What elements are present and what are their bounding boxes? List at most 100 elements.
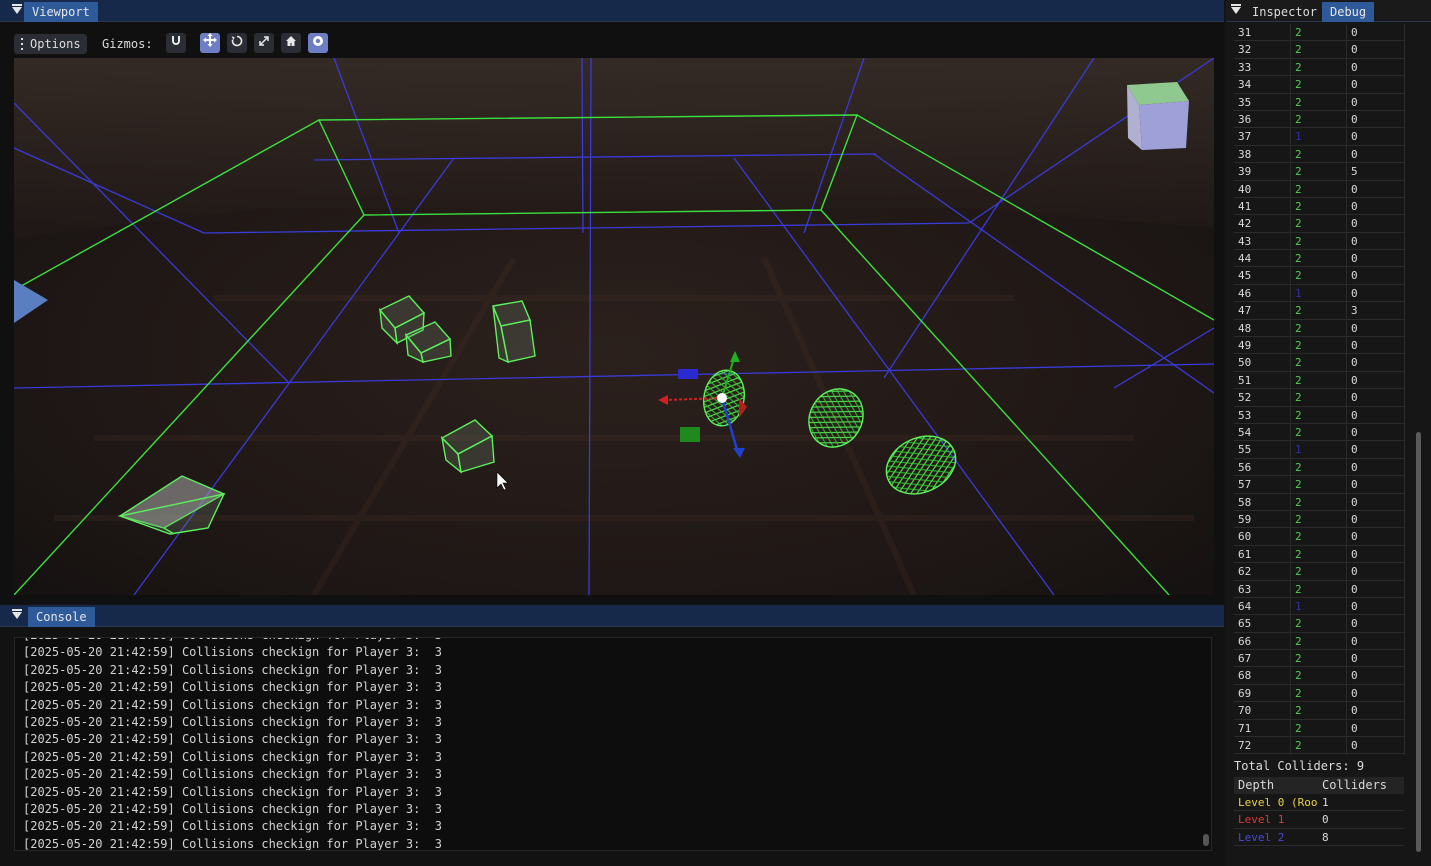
node-depth: 2 xyxy=(1295,373,1302,387)
table-row[interactable]: 31 2 0 xyxy=(1234,24,1404,42)
table-row[interactable]: 65 2 0 xyxy=(1234,615,1404,633)
column-divider xyxy=(1346,24,1347,755)
node-id: 37 xyxy=(1238,130,1252,144)
node-count: 0 xyxy=(1351,234,1358,248)
table-row[interactable]: 69 2 0 xyxy=(1234,685,1404,703)
table-row[interactable]: 39 2 5 xyxy=(1234,163,1404,181)
collapse-icon[interactable] xyxy=(12,609,22,619)
table-row[interactable]: 49 2 0 xyxy=(1234,337,1404,355)
table-row[interactable]: 63 2 0 xyxy=(1234,581,1404,598)
table-row[interactable]: 70 2 0 xyxy=(1234,702,1404,720)
table-row[interactable]: 72 2 0 xyxy=(1234,737,1404,755)
scale-icon[interactable] xyxy=(254,33,274,53)
table-row[interactable]: 48 2 0 xyxy=(1234,320,1404,338)
magnet-icon[interactable] xyxy=(166,33,186,53)
tab-inspector[interactable]: Inspector xyxy=(1244,2,1325,22)
level-name: Level 1 xyxy=(1238,813,1285,827)
table-row[interactable]: 50 2 0 xyxy=(1234,354,1404,372)
table-row[interactable]: 58 2 0 xyxy=(1234,494,1404,511)
inspector-scrollbar[interactable] xyxy=(1416,432,1421,852)
tab-console[interactable]: Console xyxy=(28,607,95,627)
console-scrollbar[interactable] xyxy=(1203,834,1209,846)
table-row[interactable]: 56 2 0 xyxy=(1234,459,1404,477)
node-count: 0 xyxy=(1351,286,1358,300)
table-row[interactable]: 57 2 0 xyxy=(1234,476,1404,494)
log-line: [2025-05-20 21:42:59] Collisions checkig… xyxy=(23,638,442,644)
level-row[interactable]: Level 1 0 xyxy=(1234,811,1404,829)
table-row[interactable]: 61 2 0 xyxy=(1234,546,1404,564)
node-count: 0 xyxy=(1351,373,1358,387)
table-row[interactable]: 68 2 0 xyxy=(1234,667,1404,685)
rotate-icon[interactable] xyxy=(227,33,247,53)
node-count: 0 xyxy=(1351,78,1358,92)
node-count: 0 xyxy=(1351,391,1358,405)
node-id: 44 xyxy=(1238,252,1252,266)
node-id: 59 xyxy=(1238,512,1252,526)
move-icon[interactable] xyxy=(200,33,220,53)
node-count: 0 xyxy=(1351,478,1358,492)
table-row[interactable]: 43 2 0 xyxy=(1234,233,1404,251)
node-id: 48 xyxy=(1238,321,1252,335)
table-row[interactable]: 55 1 0 xyxy=(1234,441,1404,459)
level-row[interactable]: Level 2 8 xyxy=(1234,829,1404,847)
table-row[interactable]: 35 2 0 xyxy=(1234,94,1404,111)
inspector-titlebar: Inspector Debug xyxy=(1226,0,1431,22)
table-row[interactable]: 54 2 0 xyxy=(1234,424,1404,442)
table-row[interactable]: 37 1 0 xyxy=(1234,128,1404,146)
table-row[interactable]: 45 2 0 xyxy=(1234,267,1404,285)
table-row[interactable]: 42 2 0 xyxy=(1234,215,1404,233)
table-row[interactable]: 62 2 0 xyxy=(1234,563,1404,581)
node-depth: 2 xyxy=(1295,147,1302,161)
table-row[interactable]: 34 2 0 xyxy=(1234,76,1404,94)
options-button[interactable]: Options xyxy=(14,34,87,54)
node-depth: 2 xyxy=(1295,60,1302,74)
node-count: 0 xyxy=(1351,43,1358,57)
tab-debug[interactable]: Debug xyxy=(1322,2,1375,22)
log-line: [2025-05-20 21:42:59] Collisions checkig… xyxy=(23,697,443,712)
table-row[interactable]: 60 2 0 xyxy=(1234,528,1404,546)
scene-view[interactable] xyxy=(14,58,1214,595)
table-row[interactable]: 67 2 0 xyxy=(1234,650,1404,668)
node-count: 0 xyxy=(1351,217,1358,231)
globe-icon[interactable] xyxy=(308,33,328,53)
table-row[interactable]: 51 2 0 xyxy=(1234,372,1404,390)
home-icon[interactable] xyxy=(281,33,301,53)
tab-viewport[interactable]: Viewport xyxy=(24,2,98,22)
table-row[interactable]: 44 2 0 xyxy=(1234,250,1404,268)
console-log[interactable]: [2025-05-20 21:42:59] Collisions checkig… xyxy=(14,637,1212,851)
node-depth: 2 xyxy=(1295,478,1302,492)
node-count: 5 xyxy=(1351,165,1358,179)
table-row[interactable]: 36 2 0 xyxy=(1234,111,1404,129)
node-id: 65 xyxy=(1238,617,1252,631)
node-id: 34 xyxy=(1238,78,1252,92)
table-row[interactable]: 33 2 0 xyxy=(1234,59,1404,77)
collapse-icon[interactable] xyxy=(1231,4,1241,14)
node-depth: 2 xyxy=(1295,460,1302,474)
table-row[interactable]: 59 2 0 xyxy=(1234,511,1404,529)
table-row[interactable]: 53 2 0 xyxy=(1234,407,1404,424)
node-depth: 2 xyxy=(1295,95,1302,109)
collapse-icon[interactable] xyxy=(12,4,22,14)
table-row[interactable]: 47 2 3 xyxy=(1234,302,1404,320)
node-id: 64 xyxy=(1238,599,1252,613)
view-cube[interactable] xyxy=(1127,82,1189,150)
node-depth: 2 xyxy=(1295,425,1302,439)
table-row[interactable]: 46 1 0 xyxy=(1234,285,1404,303)
level-row[interactable]: Level 0 (Roo 1 xyxy=(1234,794,1404,812)
node-count: 0 xyxy=(1351,652,1358,666)
table-row[interactable]: 66 2 0 xyxy=(1234,633,1404,651)
table-row[interactable]: 71 2 0 xyxy=(1234,720,1404,738)
table-row[interactable]: 64 1 0 xyxy=(1234,598,1404,616)
node-count: 0 xyxy=(1351,599,1358,613)
node-count: 0 xyxy=(1351,739,1358,753)
table-row[interactable]: 32 2 0 xyxy=(1234,41,1404,59)
node-count: 0 xyxy=(1351,147,1358,161)
table-row[interactable]: 52 2 0 xyxy=(1234,389,1404,407)
table-row[interactable]: 40 2 0 xyxy=(1234,181,1404,198)
table-row[interactable]: 41 2 0 xyxy=(1234,198,1404,216)
node-id: 38 xyxy=(1238,147,1252,161)
node-count: 0 xyxy=(1351,425,1358,439)
node-depth: 2 xyxy=(1295,617,1302,631)
node-id: 42 xyxy=(1238,217,1252,231)
table-row[interactable]: 38 2 0 xyxy=(1234,146,1404,164)
